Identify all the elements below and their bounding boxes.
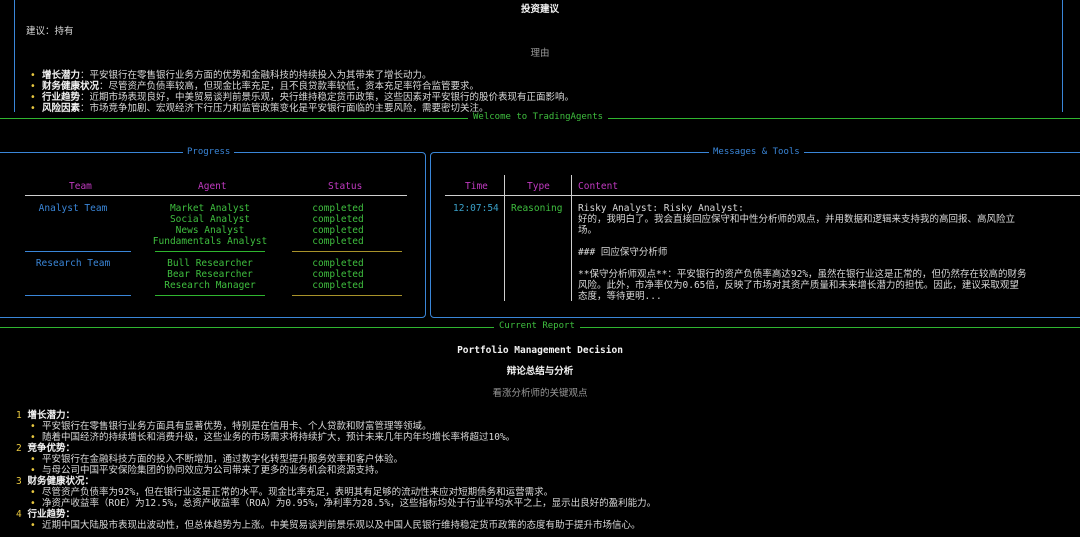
messages-col-divider [504, 175, 505, 301]
messages-panel: Messages & Tools Time Type Content 12:07… [430, 147, 1080, 318]
message-time: 12:07:54 [453, 203, 499, 214]
progress-header-agent: Agent [198, 181, 227, 192]
report-bullet: 净资产收益率（ROE）为12.5%，总资产收益率（ROA）为0.95%，净利率为… [30, 498, 656, 509]
report-bullet: 与母公司中国平安保险集团的协同效应为公司带来了更多的业务机会和资源支持。 [30, 465, 656, 476]
reason-item: 行业趋势：近期市场表现良好，中美贸易谈判前景乐观，央行维持稳定货币政策，这些因素… [30, 92, 574, 103]
current-report-banner: Current Report [494, 321, 580, 332]
messages-panel-title: Messages & Tools [709, 147, 804, 158]
report-bullet: 随着中国经济的持续增长和消费升级，这些业务的市场需求将持续扩大，预计未来几年内年… [30, 432, 656, 443]
message-line: 好的，我明白了。我会直接回应保守和中性分析师的观点，并用数据和逻辑来支持我的高回… [578, 214, 1016, 225]
message-line: 风险。此外，市净率仅为0.65倍，反映了市场对其资产质量和未来增长潜力的担忧。因… [578, 280, 1019, 291]
current-report-rule: Current Report [0, 321, 1080, 332]
report-item: 1 增长潜力： 平安银行在零售银行业务方面具有显著优势，特别是在信用卡、个人贷款… [16, 410, 656, 443]
messages-header-rule [445, 195, 1080, 196]
report-title: Portfolio Management Decision [457, 345, 623, 356]
agent-name: News Analyst [175, 225, 245, 236]
group-divider [292, 295, 402, 296]
agent-name: Bull Researcher [167, 258, 253, 269]
agent-status: completed [312, 214, 364, 225]
agent-status: completed [312, 236, 364, 247]
recommendation-text: 建议：持有 [26, 26, 74, 37]
report-item: 4 行业趋势： 近期中国大陆股市表现出波动性，但总体趋势为上涨。中美贸易谈判前景… [16, 509, 656, 531]
agent-status: completed [312, 225, 364, 236]
reason-list: 增长潜力：平安银行在零售银行业务方面的优势和金融科技的持续投入为其带来了增长动力… [30, 70, 574, 114]
messages-header-time: Time [465, 181, 488, 192]
agent-name: Social Analyst [169, 214, 251, 225]
group-divider [292, 251, 402, 252]
group-divider [25, 295, 131, 296]
agent-status: completed [312, 203, 364, 214]
team-research: Research Team [35, 258, 111, 269]
message-line: 场。 [578, 225, 598, 236]
message-line [578, 236, 1080, 247]
report-section-heading: 看涨分析师的关键观点 [492, 388, 588, 399]
messages-header-type: Type [527, 181, 550, 192]
group-divider [25, 251, 131, 252]
report-bullet: 近期中国大陆股市表现出波动性，但总体趋势为上涨。中美贸易谈判前景乐观以及中国人民… [30, 520, 656, 531]
message-line: ### 回应保守分析师 [578, 247, 668, 258]
welcome-banner: Welcome to TradingAgents [468, 112, 609, 123]
report-bullet: 平安银行在零售银行业务方面具有显著优势，特别是在信用卡、个人贷款和财富管理等领域… [30, 421, 656, 432]
agent-name: Research Manager [164, 280, 256, 291]
message-type: Reasoning [511, 203, 563, 214]
reason-heading: 理由 [530, 48, 550, 59]
report-item-list: 1 增长潜力： 平安银行在零售银行业务方面具有显著优势，特别是在信用卡、个人贷款… [16, 410, 656, 531]
report-subtitle: 辩论总结与分析 [506, 366, 574, 377]
message-line: **保守分析师观点**：平安银行的资产负债率高达92%，虽然在银行业这是正常的，… [578, 269, 1027, 280]
report-item: 2 竞争优势： 平安银行在金融科技方面的投入不断增加，通过数字化转型提升服务效率… [16, 443, 656, 476]
progress-header-status: Status [328, 181, 363, 192]
agent-name: Market Analyst [169, 203, 251, 214]
progress-header-rule [25, 195, 407, 196]
team-analyst: Analyst Team [38, 203, 108, 214]
agent-status: completed [312, 280, 364, 291]
agent-status: completed [312, 258, 364, 269]
top-report-title: 投资建议 [520, 4, 559, 15]
message-line [578, 258, 1080, 269]
message-content: Risky Analyst: Risky Analyst: 好的，我明白了。我会… [578, 203, 1080, 302]
progress-panel-title: Progress [183, 147, 235, 158]
report-bullet: 平安银行在金融科技方面的投入不断增加，通过数字化转型提升服务效率和客户体验。 [30, 454, 656, 465]
agent-name: Bear Researcher [167, 269, 253, 280]
report-item: 3 财务健康状况： 尽管资产负债率为92%，但在银行业这是正常的水平。现金比率充… [16, 476, 656, 509]
report-bullet: 尽管资产负债率为92%，但在银行业这是正常的水平。现金比率充足，表明其有足够的流… [30, 487, 656, 498]
welcome-rule: Welcome to TradingAgents [0, 112, 1080, 123]
messages-col-divider [571, 175, 572, 301]
progress-panel: Progress Team Agent Status Analyst Team … [0, 147, 426, 318]
messages-header-content: Content [578, 181, 619, 192]
agent-status: completed [312, 269, 364, 280]
reason-item: 财务健康状况：尽管资产负债率较高，但现金比率充足，且不良贷款率较低，资本充足率符… [30, 81, 574, 92]
message-line: Risky Analyst: Risky Analyst: [578, 203, 744, 214]
agent-name: Fundamentals Analyst [152, 236, 268, 247]
group-divider [155, 295, 265, 296]
reason-item: 增长潜力：平安银行在零售银行业务方面的优势和金融科技的持续投入为其带来了增长动力… [30, 70, 574, 81]
group-divider [155, 251, 265, 252]
message-line: 态度，等待更明... [578, 291, 662, 302]
progress-header-team: Team [69, 181, 92, 192]
